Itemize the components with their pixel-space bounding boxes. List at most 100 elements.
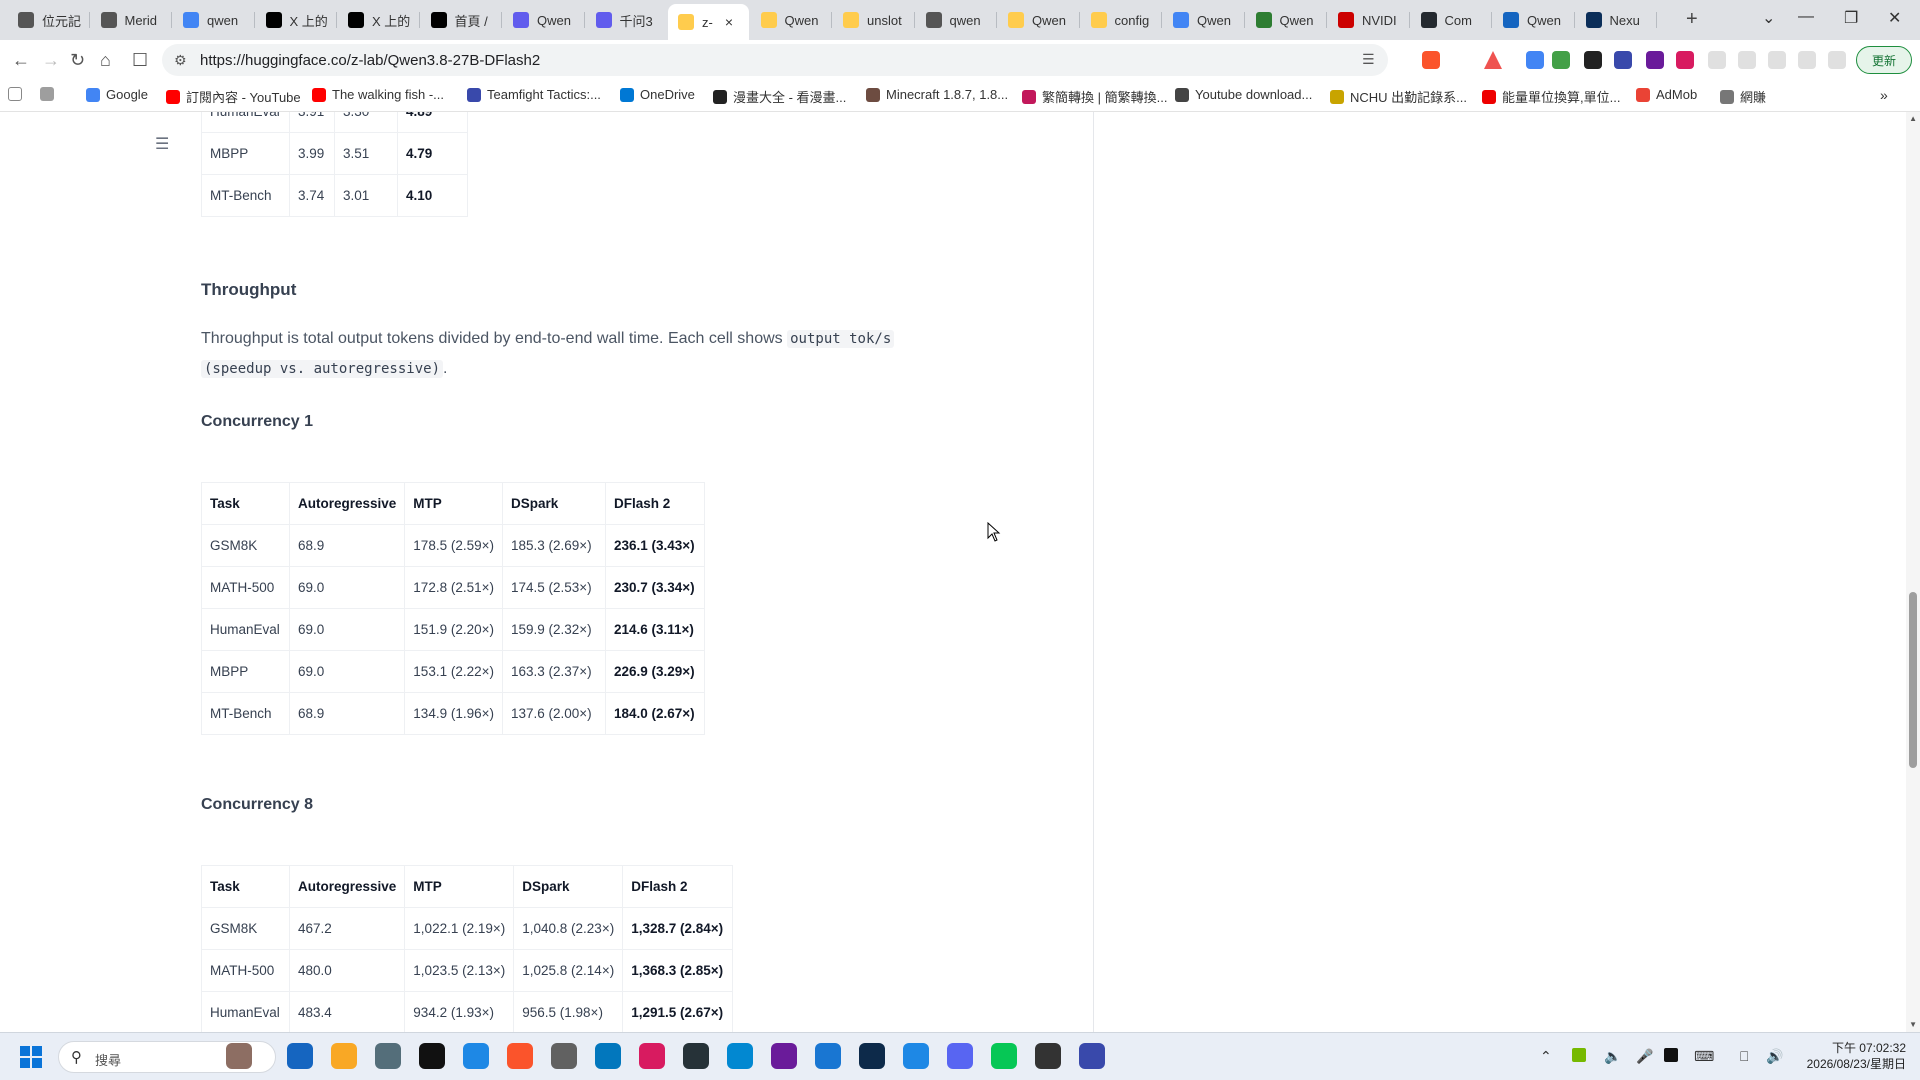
- url-text[interactable]: https://huggingface.co/z-lab/Qwen3.8-27B…: [200, 52, 540, 69]
- tab-18[interactable]: Qwen: [1493, 6, 1574, 34]
- tab-1[interactable]: Merid: [91, 6, 172, 34]
- taskbar-app-landscape-icon[interactable]: [226, 1043, 252, 1069]
- taskbar-app-compass-icon[interactable]: [551, 1043, 577, 1069]
- taskbar-app-explorer-icon[interactable]: [331, 1043, 357, 1069]
- leo-ai-icon[interactable]: [1828, 51, 1846, 69]
- extension-wave-icon[interactable]: [1614, 51, 1632, 69]
- taskbar-app-terminal-black-icon[interactable]: [419, 1043, 445, 1069]
- taskbar-app-line-icon[interactable]: [991, 1043, 1017, 1069]
- translate-icon[interactable]: ☰: [1362, 51, 1375, 68]
- close-window-icon[interactable]: ✕: [1888, 8, 1901, 28]
- taskbar-app-brave-icon[interactable]: [507, 1043, 533, 1069]
- bookmark-item[interactable]: Youtube download...: [1175, 87, 1312, 102]
- extension-pink-icon[interactable]: [1676, 51, 1694, 69]
- tab-search-icon[interactable]: ⌄: [1762, 8, 1775, 28]
- taskbar-app-a-icon[interactable]: [859, 1043, 885, 1069]
- tab-10[interactable]: unslot: [833, 6, 914, 34]
- taskbar-app-discord-icon[interactable]: [947, 1043, 973, 1069]
- bookmark-item[interactable]: Teamfight Tactics:...: [467, 87, 601, 102]
- scroll-up-icon[interactable]: ▲: [1909, 114, 1917, 123]
- sidebar-icon[interactable]: [1768, 51, 1786, 69]
- reload-icon[interactable]: ↻: [70, 50, 85, 71]
- brave-rewards-icon[interactable]: [1484, 51, 1502, 69]
- start-button[interactable]: [20, 1046, 42, 1068]
- download-icon[interactable]: [1738, 51, 1756, 69]
- bookmark-item[interactable]: 漫畫大全 - 看漫畫...: [713, 87, 846, 106]
- bookmark-checkbox-icon[interactable]: [8, 87, 28, 101]
- tab-close-icon[interactable]: ×: [725, 14, 733, 30]
- tab-17[interactable]: Com: [1411, 6, 1492, 34]
- tray-expand-icon[interactable]: ⌃: [1540, 1048, 1552, 1065]
- bookmark-item[interactable]: Minecraft 1.8.7, 1.8...: [866, 87, 1008, 102]
- apps-grid-icon[interactable]: [40, 87, 60, 101]
- microphone-icon[interactable]: 🎤: [1636, 1048, 1653, 1065]
- tab-4[interactable]: X 上的: [338, 6, 419, 34]
- speaker-icon[interactable]: 🔊: [1766, 1048, 1783, 1065]
- more-bookmarks-icon[interactable]: »: [1880, 87, 1888, 103]
- bookmark-item[interactable]: 網賺: [1720, 87, 1766, 106]
- tab-7[interactable]: 千问3: [586, 6, 667, 34]
- taskbar-app-cyan-icon[interactable]: [639, 1043, 665, 1069]
- tab-11[interactable]: qwen: [916, 6, 997, 34]
- tab-15[interactable]: Qwen: [1246, 6, 1327, 34]
- update-button[interactable]: 更新: [1856, 46, 1912, 74]
- new-tab-button[interactable]: +: [1686, 8, 1698, 31]
- bookmark-item[interactable]: 繁簡轉換 | 簡繁轉換...: [1022, 87, 1167, 106]
- table-of-contents-icon[interactable]: ☰: [155, 134, 169, 154]
- extension-shield-icon[interactable]: [1552, 51, 1570, 69]
- forward-icon[interactable]: →: [42, 50, 60, 71]
- extensions-puzzle-icon[interactable]: [1708, 51, 1726, 69]
- extension-translate-icon[interactable]: [1526, 51, 1544, 69]
- site-info-icon[interactable]: ⚙: [174, 52, 187, 69]
- address-bar[interactable]: ⚙ https://huggingface.co/z-lab/Qwen3.8-2…: [162, 44, 1388, 76]
- nvidia-tray-icon[interactable]: [1572, 1048, 1586, 1062]
- system-clock[interactable]: 下午 07:02:32 2026/08/23/星期日: [1796, 1040, 1906, 1072]
- tab-3[interactable]: X 上的: [256, 6, 337, 34]
- taskbar-app-vscode-icon[interactable]: [815, 1043, 841, 1069]
- tab-6[interactable]: Qwen: [503, 6, 584, 34]
- home-icon[interactable]: ⌂: [100, 50, 111, 71]
- tab-5[interactable]: 首頁 /: [421, 6, 502, 34]
- bookmark-item[interactable]: The walking fish -...: [312, 87, 444, 102]
- taskbar-app-terminal-icon[interactable]: [683, 1043, 709, 1069]
- taskbar-app-headset-icon[interactable]: [1079, 1043, 1105, 1069]
- taskbar-app-calculator-icon[interactable]: [375, 1043, 401, 1069]
- bookmark-item[interactable]: 訂閱內容 - YouTube: [166, 87, 301, 106]
- network-icon[interactable]: ⎕: [1740, 1048, 1748, 1065]
- page-scrollbar[interactable]: ▲ ▼: [1906, 112, 1920, 1032]
- taskbar-app-github-icon[interactable]: [771, 1043, 797, 1069]
- bookmark-item[interactable]: 能量單位換算,單位...: [1482, 87, 1620, 106]
- brave-shields-icon[interactable]: [1422, 51, 1440, 69]
- tab-0[interactable]: 位元記: [8, 6, 89, 34]
- tab-12[interactable]: Qwen: [998, 6, 1079, 34]
- wallet-icon[interactable]: [1798, 51, 1816, 69]
- bookmark-item[interactable]: AdMob: [1636, 87, 1697, 102]
- scrollbar-thumb[interactable]: [1909, 592, 1917, 768]
- taskbar-app-store-icon[interactable]: [287, 1043, 313, 1069]
- restore-icon[interactable]: ❐: [1844, 8, 1858, 28]
- bookmark-item[interactable]: NCHU 出勤記錄系...: [1330, 87, 1467, 106]
- language-icon[interactable]: [1664, 1048, 1678, 1062]
- minimize-icon[interactable]: —: [1798, 8, 1814, 26]
- bookmark-item[interactable]: Google: [86, 87, 148, 102]
- taskbar-app-edge-icon[interactable]: [727, 1043, 753, 1069]
- taskbar-app-word-icon[interactable]: [463, 1043, 489, 1069]
- bookmark-icon[interactable]: ☐: [132, 50, 148, 71]
- tab-16[interactable]: NVIDI: [1328, 6, 1409, 34]
- extension-purple-icon[interactable]: [1646, 51, 1664, 69]
- taskbar-app-arrow-icon[interactable]: [903, 1043, 929, 1069]
- tab-19[interactable]: Nexu: [1576, 6, 1657, 34]
- extension-dark-icon[interactable]: [1584, 51, 1602, 69]
- back-icon[interactable]: ←: [12, 50, 30, 71]
- input-method-icon[interactable]: ⌨: [1694, 1048, 1714, 1065]
- taskbar-app-photos-icon[interactable]: [595, 1043, 621, 1069]
- scroll-down-icon[interactable]: ▼: [1909, 1020, 1917, 1029]
- tab-14[interactable]: Qwen: [1163, 6, 1244, 34]
- bookmark-item[interactable]: OneDrive: [620, 87, 695, 102]
- volume-mute-icon[interactable]: 🔈: [1604, 1048, 1621, 1065]
- tab-13[interactable]: config: [1081, 6, 1162, 34]
- tab-8[interactable]: z- ×: [668, 4, 749, 40]
- tab-9[interactable]: Qwen: [751, 6, 832, 34]
- tab-2[interactable]: qwen: [173, 6, 254, 34]
- taskbar-app-obs-icon[interactable]: [1035, 1043, 1061, 1069]
